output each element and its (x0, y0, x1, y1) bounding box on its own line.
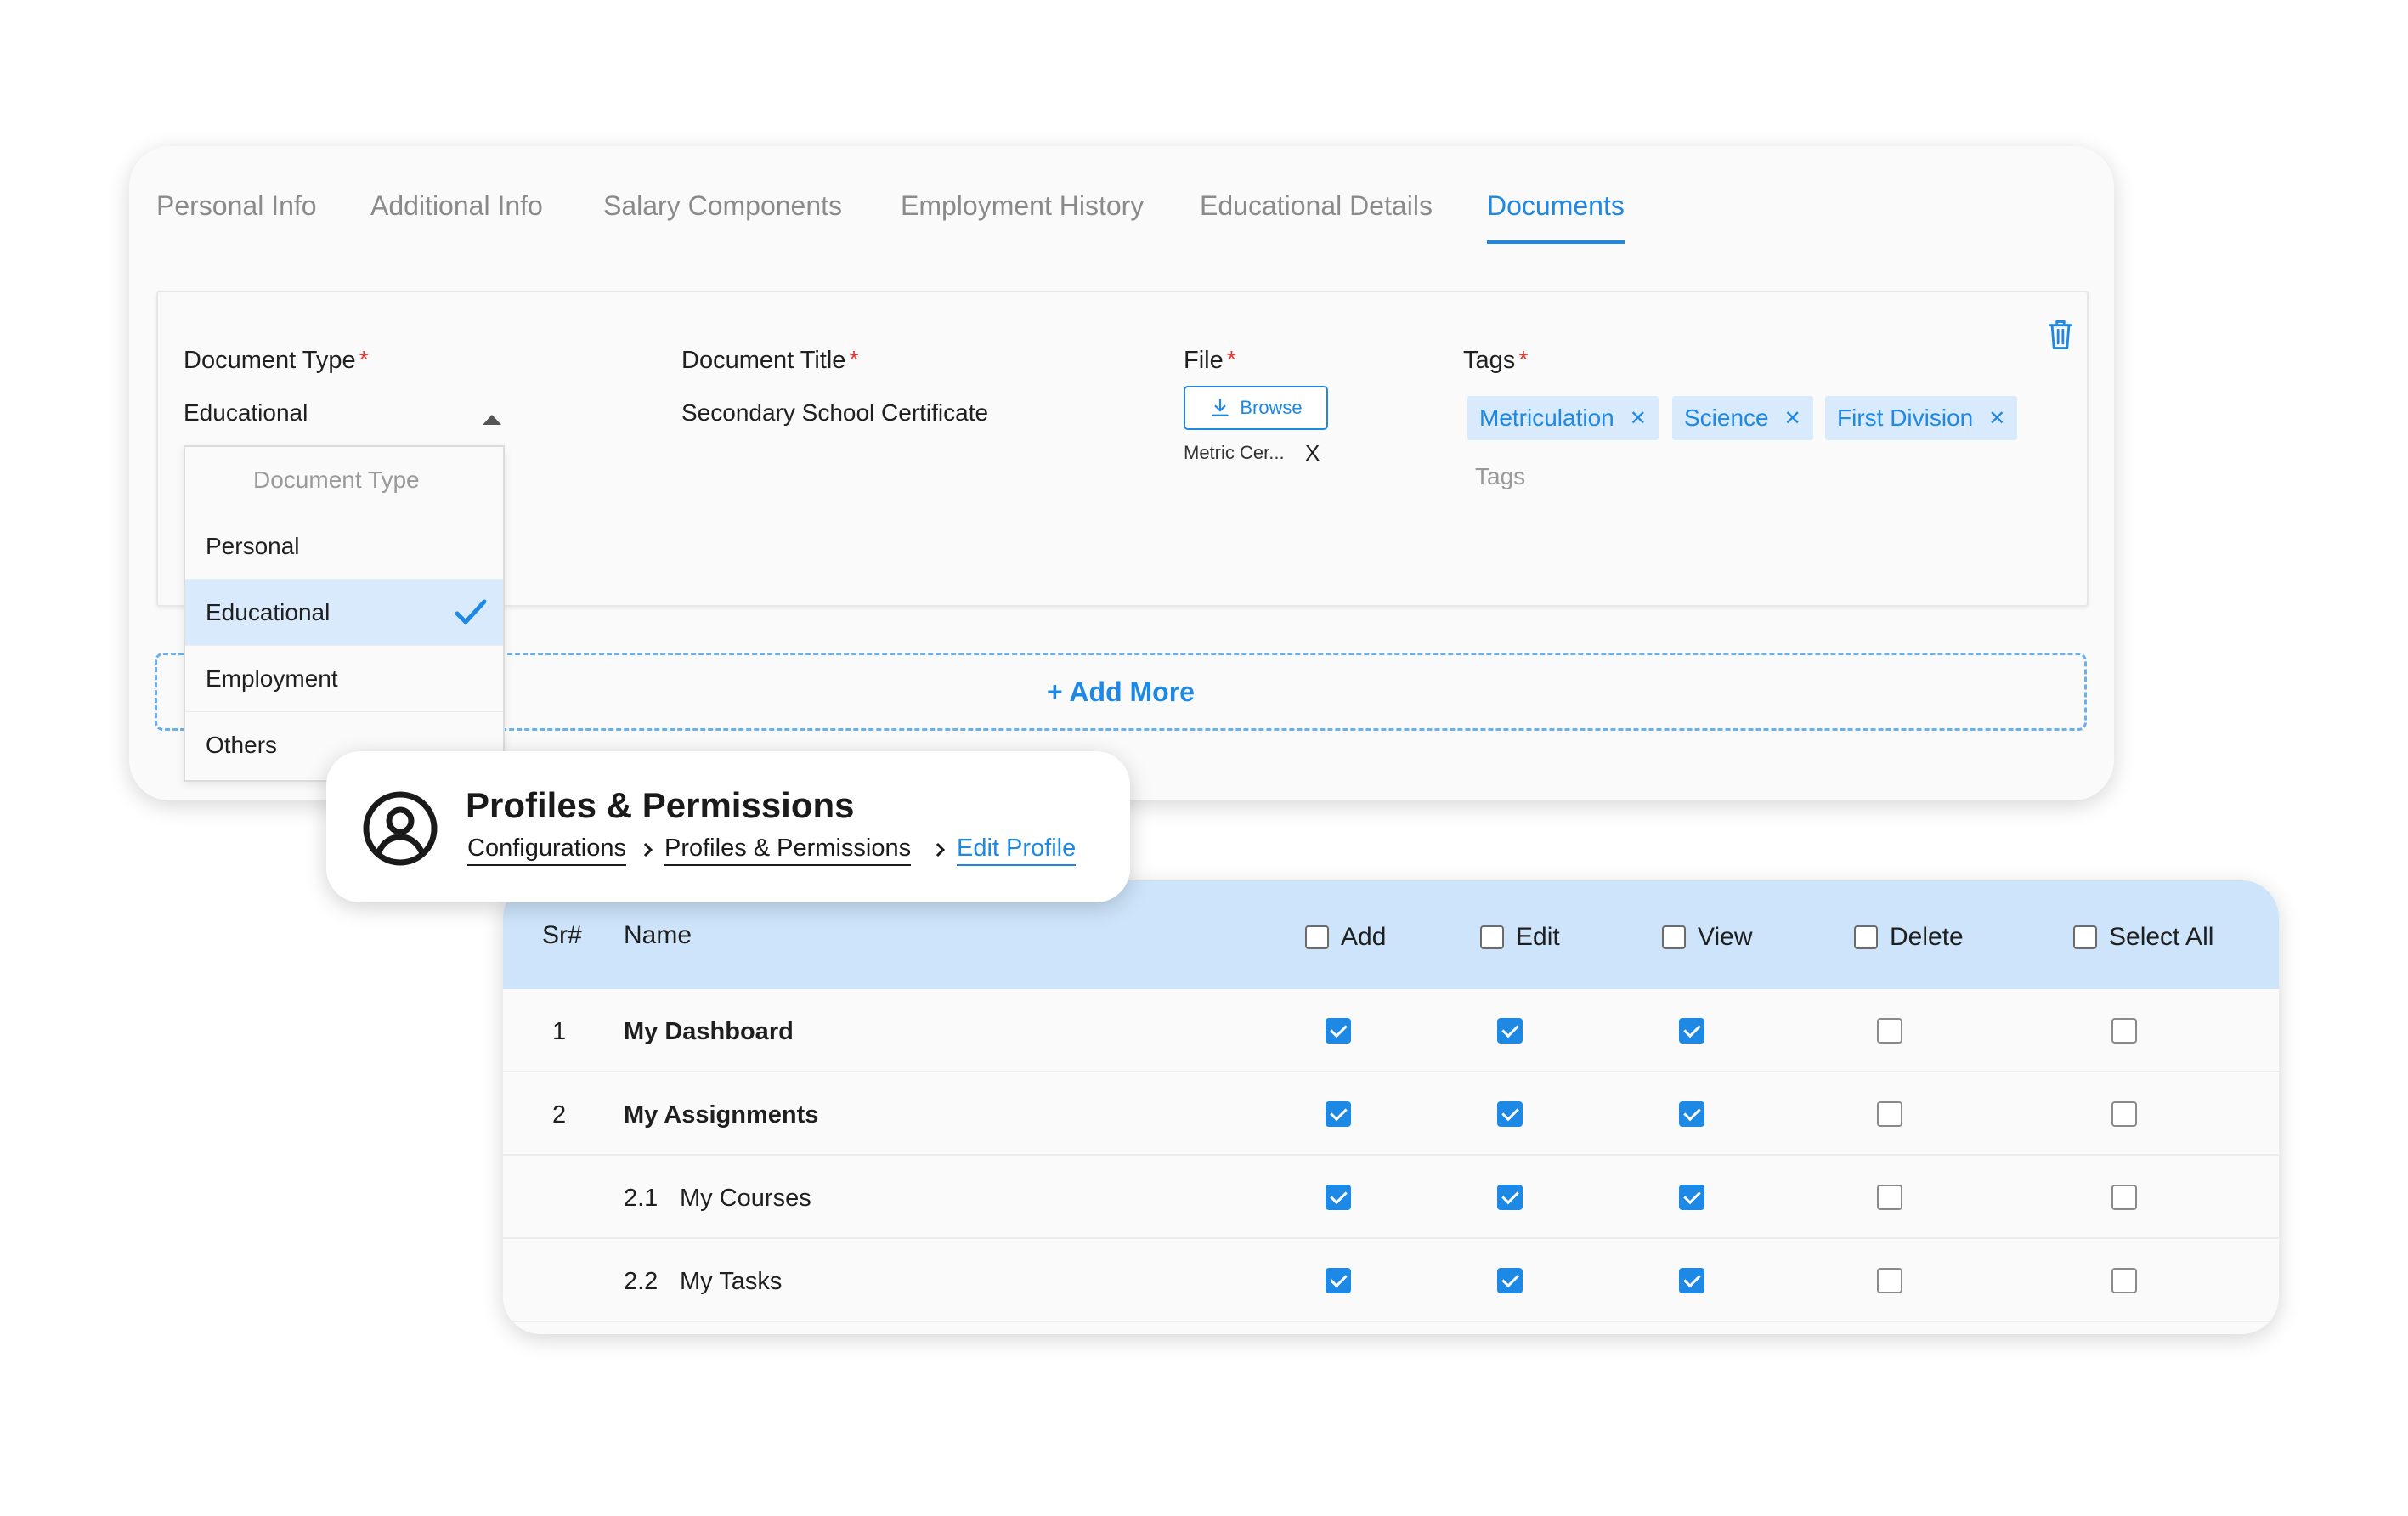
header-view-label: View (1698, 923, 1753, 951)
checkbox[interactable] (1305, 925, 1329, 949)
trash-icon[interactable] (2046, 318, 2075, 352)
tags-label: Tags * (1463, 347, 1529, 374)
checkbox-add[interactable] (1326, 1185, 1351, 1210)
checkbox-edit[interactable] (1497, 1185, 1523, 1210)
document-title-field[interactable]: Secondary School Certificate (681, 399, 988, 427)
checkbox-add[interactable] (1326, 1268, 1351, 1293)
checkbox-select-all[interactable] (2111, 1018, 2137, 1044)
checkbox-view[interactable] (1679, 1185, 1704, 1210)
document-type-label: Document Type * (184, 347, 369, 374)
dropdown-option-employment[interactable]: Employment (185, 646, 503, 712)
close-icon[interactable]: ✕ (1630, 406, 1647, 431)
tab-educational-details[interactable]: Educational Details (1200, 190, 1433, 240)
table-row: 2.2 My Tasks (503, 1239, 2279, 1322)
tab-employment-history[interactable]: Employment History (901, 190, 1144, 240)
checkbox-edit[interactable] (1497, 1268, 1523, 1293)
header-add-label: Add (1341, 923, 1387, 951)
breadcrumb-profiles-permissions[interactable]: Profiles & Permissions (664, 834, 912, 866)
checkbox-add[interactable] (1326, 1018, 1351, 1044)
document-title-label: Document Title * (681, 347, 859, 374)
header-add-checkbox[interactable]: Add (1305, 923, 1386, 952)
dropdown-option-educational[interactable]: Educational (185, 580, 503, 646)
header-view-checkbox[interactable]: View (1662, 923, 1752, 952)
header-sr: Sr# (542, 921, 582, 949)
checkbox-delete[interactable] (1877, 1185, 1902, 1210)
page-title: Profiles & Permissions (466, 785, 855, 825)
chevron-right-icon (936, 842, 946, 857)
tag-chip: Metriculation ✕ (1467, 396, 1659, 440)
row-sr: 2 (552, 1101, 567, 1129)
header-delete-checkbox[interactable]: Delete (1854, 923, 1964, 952)
remove-file-button[interactable]: X (1305, 440, 1320, 467)
caret-up-icon[interactable] (483, 415, 501, 425)
row-sr: 1 (552, 1018, 567, 1045)
checkbox[interactable] (1854, 925, 1878, 949)
tag-chip: Science ✕ (1672, 396, 1813, 440)
header-select-all-label: Select All (2109, 923, 2214, 951)
checkbox-view[interactable] (1679, 1018, 1704, 1044)
checkbox-delete[interactable] (1877, 1268, 1902, 1293)
close-icon[interactable]: ✕ (1988, 406, 2005, 431)
file-label: File * (1184, 347, 1237, 374)
row-name: My Dashboard (624, 1018, 794, 1045)
breadcrumb-edit-profile[interactable]: Edit Profile (957, 834, 1077, 866)
row-name: My Assignments (624, 1101, 819, 1129)
profile-header-card: Profiles & Permissions Configurations Pr… (326, 751, 1130, 902)
document-type-dropdown: Personal Educational Employment Others (184, 445, 505, 782)
checkbox-select-all[interactable] (2111, 1268, 2137, 1293)
checkmark-icon (455, 599, 487, 625)
table-row: 2 My Assignments (503, 1072, 2279, 1156)
checkbox-delete[interactable] (1877, 1018, 1902, 1044)
header-name: Name (624, 921, 692, 949)
table-row: 1 My Dashboard (503, 989, 2279, 1072)
browse-button[interactable]: Browse (1184, 386, 1328, 430)
header-select-all-checkbox[interactable]: Select All (2073, 923, 2213, 952)
checkbox-edit[interactable] (1497, 1018, 1523, 1044)
chevron-right-icon (643, 842, 653, 857)
close-icon[interactable]: ✕ (1784, 406, 1801, 431)
tab-personal-info[interactable]: Personal Info (156, 190, 317, 240)
tab-salary-components[interactable]: Salary Components (603, 190, 842, 240)
row-sr: 2.1 (624, 1185, 659, 1212)
tags-input[interactable] (1473, 455, 1813, 498)
checkbox[interactable] (1662, 925, 1686, 949)
header-edit-label: Edit (1516, 923, 1560, 951)
header-edit-checkbox[interactable]: Edit (1480, 923, 1560, 952)
checkbox-delete[interactable] (1877, 1101, 1902, 1127)
tab-additional-info[interactable]: Additional Info (370, 190, 543, 240)
checkbox[interactable] (2073, 925, 2097, 949)
tag-label: Metriculation (1479, 404, 1614, 431)
checkbox-view[interactable] (1679, 1268, 1704, 1293)
row-sr: 2.2 (624, 1268, 659, 1295)
tag-chip: First Division ✕ (1825, 396, 2018, 440)
header-delete-label: Delete (1890, 923, 1964, 951)
checkbox-add[interactable] (1326, 1101, 1351, 1127)
permissions-table: Sr# Name Add Edit View Delete Select All… (503, 880, 2279, 1334)
dropdown-option-personal[interactable]: Personal (185, 513, 503, 580)
document-type-select[interactable]: Educational (184, 399, 308, 427)
tab-bar: Personal Info Additional Info Salary Com… (129, 146, 2114, 265)
checkbox-edit[interactable] (1497, 1101, 1523, 1127)
checkbox[interactable] (1480, 925, 1504, 949)
breadcrumb-configurations[interactable]: Configurations (467, 834, 626, 866)
user-circle-icon (363, 791, 438, 866)
row-name: My Courses (680, 1185, 811, 1212)
checkbox-select-all[interactable] (2111, 1101, 2137, 1127)
checkbox-select-all[interactable] (2111, 1185, 2137, 1210)
checkbox-view[interactable] (1679, 1101, 1704, 1127)
row-name: My Tasks (680, 1268, 783, 1295)
file-name: Metric Cer... (1184, 442, 1285, 463)
tag-label: Science (1684, 404, 1769, 431)
document-type-search-input[interactable] (185, 447, 503, 513)
tab-documents[interactable]: Documents (1487, 190, 1625, 244)
tag-label: First Division (1837, 404, 1974, 431)
download-icon (1212, 399, 1229, 416)
browse-label: Browse (1240, 397, 1303, 418)
dropdown-option-label: Educational (206, 598, 331, 625)
table-row: 2.1 My Courses (503, 1156, 2279, 1239)
